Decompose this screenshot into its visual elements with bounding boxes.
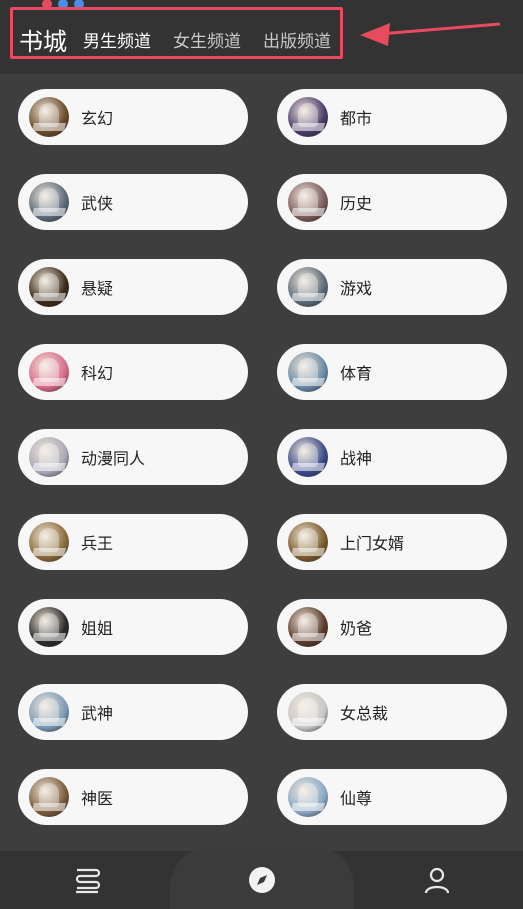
annotation-arrow-icon xyxy=(360,22,501,46)
cover-title-stripe xyxy=(290,208,326,216)
category-pill[interactable]: 姐姐 xyxy=(18,599,248,655)
book-cover-dongman-icon xyxy=(29,437,69,477)
category-pill[interactable]: 仙尊 xyxy=(277,769,507,825)
category-pill[interactable]: 武侠 xyxy=(18,174,248,230)
cover-title-stripe xyxy=(31,293,67,301)
status-dots xyxy=(42,0,90,9)
category-label: 姐姐 xyxy=(81,619,114,638)
book-cover-jiejie-icon xyxy=(29,607,69,647)
category-pill[interactable]: 历史 xyxy=(277,174,507,230)
tab-publishing-channel[interactable]: 出版频道 xyxy=(263,27,331,52)
category-pill[interactable]: 都市 xyxy=(277,89,507,145)
category-label: 历史 xyxy=(340,194,373,213)
category-label: 动漫同人 xyxy=(81,449,146,468)
channel-tabs: 书城 男生频道 女生频道 出版频道 xyxy=(19,17,353,61)
category-pill[interactable]: 体育 xyxy=(277,344,507,400)
category-label: 战神 xyxy=(340,449,373,468)
compass-icon xyxy=(249,867,275,893)
cover-title-stripe xyxy=(31,208,67,216)
category-pill[interactable]: 悬疑 xyxy=(18,259,248,315)
book-cover-dushi-icon xyxy=(288,97,328,137)
category-label: 武侠 xyxy=(81,194,114,213)
category-pill[interactable]: 科幻 xyxy=(18,344,248,400)
book-cover-wushen-icon xyxy=(29,692,69,732)
category-label: 科幻 xyxy=(81,364,114,383)
category-label: 上门女婿 xyxy=(340,534,405,553)
cover-title-stripe xyxy=(290,123,326,131)
cover-title-stripe xyxy=(290,293,326,301)
category-label: 女总裁 xyxy=(340,704,389,723)
book-cover-xuanyi-icon xyxy=(29,267,69,307)
nav-bookshelf-button[interactable] xyxy=(72,865,102,895)
book-cover-nvzongcai-icon xyxy=(288,692,328,732)
category-label: 奶爸 xyxy=(340,619,373,638)
cover-title-stripe xyxy=(290,378,326,386)
nav-profile-button[interactable] xyxy=(422,865,452,895)
category-pill[interactable]: 动漫同人 xyxy=(18,429,248,485)
category-pill[interactable]: 女总裁 xyxy=(277,684,507,740)
category-pill[interactable]: 奶爸 xyxy=(277,599,507,655)
book-cover-shenyi-icon xyxy=(29,777,69,817)
category-pill[interactable]: 兵王 xyxy=(18,514,248,570)
category-pill[interactable]: 神医 xyxy=(18,769,248,825)
category-label: 游戏 xyxy=(340,279,373,298)
cover-title-stripe xyxy=(31,463,67,471)
category-label: 武神 xyxy=(81,704,114,723)
cover-title-stripe xyxy=(31,633,67,641)
book-cover-lishi-icon xyxy=(288,182,328,222)
category-label: 仙尊 xyxy=(340,789,373,808)
category-label: 兵王 xyxy=(81,534,114,553)
top-bar: 书城 男生频道 女生频道 出版频道 xyxy=(0,0,523,74)
cover-title-stripe xyxy=(290,633,326,641)
cover-title-stripe xyxy=(290,463,326,471)
nav-discover-button[interactable] xyxy=(247,865,277,895)
category-label: 玄幻 xyxy=(81,109,114,128)
cover-title-stripe xyxy=(31,803,67,811)
cover-title-stripe xyxy=(290,803,326,811)
category-label: 神医 xyxy=(81,789,114,808)
bottom-nav xyxy=(0,847,523,909)
book-cover-youxi-icon xyxy=(288,267,328,307)
cover-title-stripe xyxy=(290,718,326,726)
category-label: 悬疑 xyxy=(81,279,114,298)
book-cover-zhanshen-icon xyxy=(288,437,328,477)
cover-title-stripe xyxy=(31,123,67,131)
tab-female-channel[interactable]: 女生频道 xyxy=(173,27,241,52)
category-label: 体育 xyxy=(340,364,373,383)
category-pill[interactable]: 玄幻 xyxy=(18,89,248,145)
book-cover-xuanhuan-icon xyxy=(29,97,69,137)
cover-title-stripe xyxy=(31,548,67,556)
book-cover-wuxia-icon xyxy=(29,182,69,222)
category-pill[interactable]: 武神 xyxy=(18,684,248,740)
book-cover-shangmen-icon xyxy=(288,522,328,562)
tab-bookstore[interactable]: 书城 xyxy=(19,22,67,57)
category-pill[interactable]: 游戏 xyxy=(277,259,507,315)
book-cover-xianzun-icon xyxy=(288,777,328,817)
user-icon xyxy=(424,867,450,894)
book-cover-naiba-icon xyxy=(288,607,328,647)
cover-title-stripe xyxy=(31,378,67,386)
bookshelf-icon xyxy=(75,868,101,894)
book-cover-kehuan-icon xyxy=(29,352,69,392)
category-pill[interactable]: 战神 xyxy=(277,429,507,485)
tab-male-channel[interactable]: 男生频道 xyxy=(83,27,151,52)
cover-title-stripe xyxy=(31,718,67,726)
category-grid: 玄幻 都市武侠 历史悬疑 游戏科幻 体育动漫同人 战神兵王 上门女婿姐姐 奶爸武神 女总裁神医 仙… xyxy=(18,89,508,825)
category-label: 都市 xyxy=(340,109,373,128)
cover-title-stripe xyxy=(290,548,326,556)
book-cover-bingwang-icon xyxy=(29,522,69,562)
book-cover-tiyu-icon xyxy=(288,352,328,392)
category-pill[interactable]: 上门女婿 xyxy=(277,514,507,570)
